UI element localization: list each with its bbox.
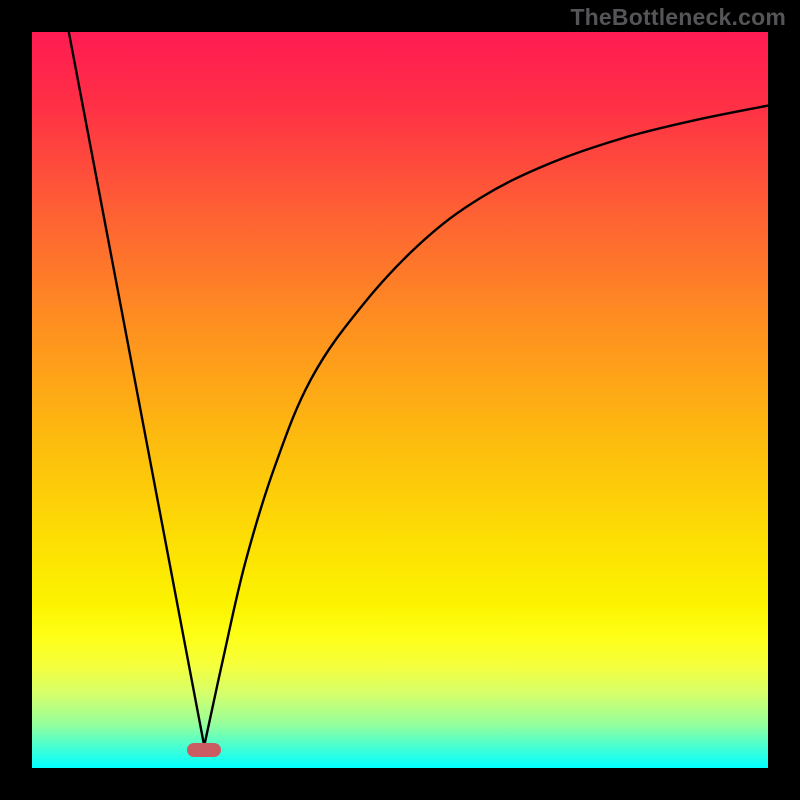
watermark-text: TheBottleneck.com (570, 4, 786, 31)
plot-area (32, 32, 768, 768)
right-branch-line (204, 106, 768, 746)
curve-layer (32, 32, 768, 768)
optimal-point-marker (187, 743, 221, 757)
left-branch-line (69, 32, 204, 746)
chart-frame: TheBottleneck.com (0, 0, 800, 800)
